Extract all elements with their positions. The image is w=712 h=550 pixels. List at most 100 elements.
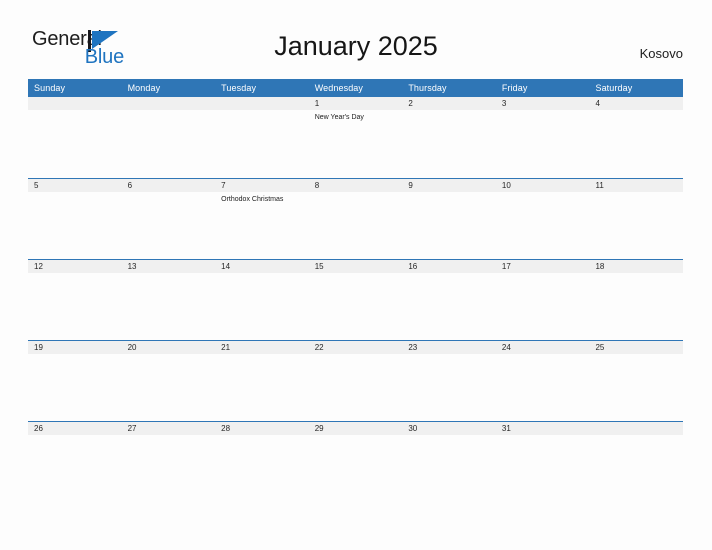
day-events	[309, 354, 403, 357]
day-number: 1	[314, 99, 320, 108]
day-cell-1[interactable]: 1 New Year's Day	[308, 97, 403, 178]
day-number: 29	[314, 424, 324, 433]
day-number: 3	[501, 99, 507, 108]
day-number-band: 5	[28, 179, 122, 192]
day-number-band: 3	[495, 97, 590, 110]
day-events: Orthodox Christmas	[215, 192, 309, 205]
day-cell-13[interactable]: 13	[121, 260, 216, 340]
day-cell-16[interactable]: 16	[402, 260, 496, 340]
day-cell-24[interactable]: 24	[495, 341, 590, 421]
day-events	[28, 273, 122, 276]
day-cell-15[interactable]: 15	[308, 260, 403, 340]
day-events	[402, 110, 496, 113]
day-events	[496, 192, 590, 195]
day-number: 25	[595, 343, 605, 352]
day-number-band: 14	[215, 260, 309, 273]
day-events	[28, 354, 122, 357]
day-number-band: 23	[402, 341, 496, 354]
day-number: 13	[127, 262, 137, 271]
day-number-band	[215, 97, 309, 110]
day-number-band: 19	[28, 341, 122, 354]
day-number: 10	[501, 181, 511, 190]
day-number-band: 27	[121, 422, 216, 435]
day-events	[589, 192, 683, 195]
day-cell-31[interactable]: 31	[495, 422, 590, 502]
day-cell-22[interactable]: 22	[308, 341, 403, 421]
day-cell-7[interactable]: 7 Orthodox Christmas	[215, 179, 309, 259]
day-events	[215, 354, 309, 357]
day-events	[122, 354, 216, 357]
day-cell-empty	[121, 97, 216, 178]
day-events	[309, 192, 403, 195]
day-number: 23	[408, 343, 418, 352]
day-events	[122, 273, 216, 276]
day-cell-4[interactable]: 4	[589, 97, 684, 178]
day-cell-2[interactable]: 2	[402, 97, 496, 178]
day-number: 8	[314, 181, 320, 190]
day-number-band: 22	[308, 341, 403, 354]
day-cell-18[interactable]: 18	[589, 260, 684, 340]
day-cell-17[interactable]: 17	[495, 260, 590, 340]
day-events	[496, 354, 590, 357]
day-number-band: 1	[308, 97, 403, 110]
calendar-grid: Sunday Monday Tuesday Wednesday Thursday Frid…	[28, 79, 684, 502]
day-number: 9	[408, 181, 413, 190]
day-events	[215, 110, 309, 113]
day-cell-8[interactable]: 8	[308, 179, 403, 259]
day-number-band: 30	[402, 422, 496, 435]
day-number-band: 10	[495, 179, 590, 192]
day-number: 27	[127, 424, 137, 433]
weekday-header-tuesday: Tuesday	[221, 83, 257, 93]
day-number: 24	[501, 343, 511, 352]
day-cell-29[interactable]: 29	[308, 422, 403, 502]
day-cell-6[interactable]: 6	[121, 179, 216, 259]
page-header: General Blue January 2025 Kosovo	[0, 0, 712, 79]
day-cell-11[interactable]: 11	[589, 179, 684, 259]
day-cell-26[interactable]: 26	[28, 422, 122, 502]
day-cell-14[interactable]: 14	[215, 260, 309, 340]
day-number-band: 18	[589, 260, 684, 273]
day-cell-28[interactable]: 28	[215, 422, 309, 502]
day-number-band: 17	[495, 260, 590, 273]
day-cell-5[interactable]: 5	[28, 179, 122, 259]
day-number: 28	[221, 424, 231, 433]
day-number-band	[589, 422, 684, 435]
day-events	[28, 110, 122, 113]
holiday-event: New Year's Day	[314, 114, 364, 121]
day-number: 2	[408, 99, 413, 108]
day-cell-25[interactable]: 25	[589, 341, 684, 421]
day-events	[122, 110, 216, 113]
day-number-band: 2	[402, 97, 496, 110]
day-events	[402, 354, 496, 357]
day-events	[28, 435, 122, 438]
day-cell-12[interactable]: 12	[28, 260, 122, 340]
page-title: January 2025	[274, 31, 438, 61]
day-number-band: 6	[121, 179, 216, 192]
day-number: 21	[221, 343, 231, 352]
day-number-band: 11	[589, 179, 684, 192]
day-events	[309, 435, 403, 438]
day-cell-27[interactable]: 27	[121, 422, 216, 502]
day-number-band: 7	[215, 179, 309, 192]
day-events	[215, 435, 309, 438]
weekday-header-wednesday: Wednesday	[314, 83, 363, 93]
day-number-band	[28, 97, 122, 110]
day-number: 30	[408, 424, 418, 433]
day-events	[589, 273, 683, 276]
region-label: Kosovo	[639, 46, 683, 61]
day-cell-19[interactable]: 19	[28, 341, 122, 421]
day-number-band: 21	[215, 341, 309, 354]
day-cell-9[interactable]: 9	[402, 179, 496, 259]
day-number: 11	[595, 181, 604, 190]
day-events	[496, 435, 590, 438]
weekday-header-row: Sunday Monday Tuesday Wednesday Thursday Frid…	[28, 79, 683, 97]
day-cell-3[interactable]: 3	[495, 97, 590, 178]
day-cell-20[interactable]: 20	[121, 341, 216, 421]
day-cell-21[interactable]: 21	[215, 341, 309, 421]
day-number-band: 31	[495, 422, 590, 435]
day-cell-30[interactable]: 30	[402, 422, 496, 502]
day-cell-10[interactable]: 10	[495, 179, 590, 259]
day-number: 16	[408, 262, 418, 271]
day-cell-23[interactable]: 23	[402, 341, 496, 421]
day-events	[496, 273, 590, 276]
